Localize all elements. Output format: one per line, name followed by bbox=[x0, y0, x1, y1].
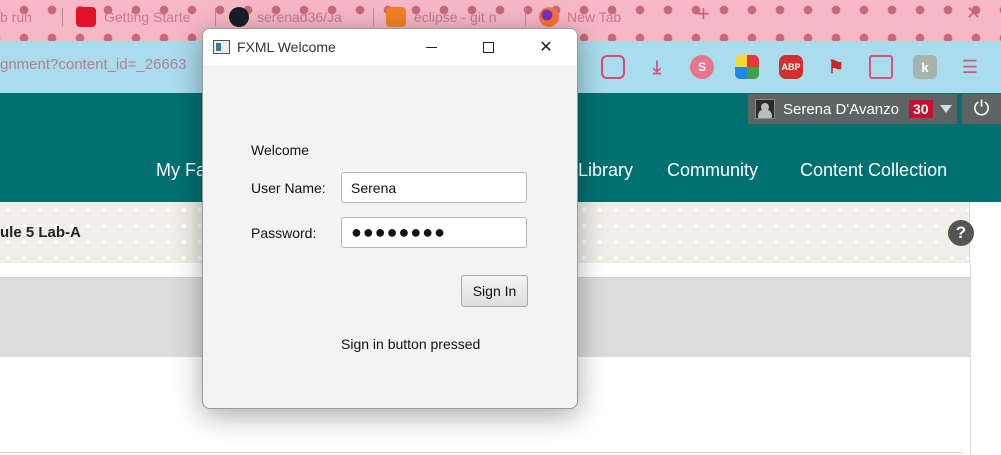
browser-tab[interactable]: b run bbox=[0, 6, 32, 28]
new-tab-button[interactable]: + bbox=[697, 1, 710, 27]
dialog-title: FXML Welcome bbox=[237, 39, 336, 55]
tab-separator bbox=[215, 8, 216, 26]
page-title: ule 5 Lab-A bbox=[0, 224, 81, 241]
maximize-button[interactable] bbox=[465, 29, 511, 65]
screenshot-extension-icon[interactable] bbox=[869, 55, 893, 79]
browser-tab[interactable]: serenad36/Ja bbox=[229, 6, 342, 28]
fxml-welcome-dialog: FXML Welcome ✕ Welcome User Name: Passwo… bbox=[202, 28, 578, 409]
adblock-plus-icon[interactable]: ABP bbox=[779, 55, 803, 79]
maximize-icon bbox=[482, 41, 494, 53]
browser-tab[interactable]: eclipse - git n bbox=[386, 6, 496, 28]
avatar bbox=[755, 99, 775, 119]
nav-library[interactable]: Library bbox=[578, 160, 633, 181]
scrollbar-gutter bbox=[970, 263, 1001, 455]
download-icon[interactable]: ⤓ bbox=[645, 55, 669, 79]
help-icon[interactable]: ? bbox=[948, 220, 974, 246]
sign-in-button[interactable]: Sign In bbox=[461, 275, 528, 307]
tab-label: Getting Starte bbox=[104, 9, 191, 25]
browser-tab[interactable]: New Tab bbox=[539, 6, 621, 28]
tab-separator bbox=[525, 8, 526, 26]
app-window-icon bbox=[213, 40, 230, 54]
tab-separator bbox=[62, 8, 63, 26]
password-label: Password: bbox=[251, 225, 317, 241]
stackoverflow-icon bbox=[386, 7, 406, 27]
user-name: Serena D'Avanzo bbox=[783, 100, 899, 118]
divider bbox=[0, 452, 962, 453]
k-extension-icon[interactable]: k bbox=[913, 55, 937, 79]
status-message: Sign in button pressed bbox=[341, 336, 481, 352]
dialog-titlebar[interactable]: FXML Welcome ✕ bbox=[203, 29, 577, 65]
nav-my-favorites[interactable]: My Fa bbox=[156, 160, 206, 181]
github-icon bbox=[229, 7, 249, 27]
minimize-icon bbox=[425, 46, 437, 48]
close-icon: ✕ bbox=[539, 39, 553, 56]
username-field[interactable] bbox=[341, 172, 527, 203]
chevron-down-icon bbox=[939, 105, 952, 113]
password-field[interactable]: ●●●●●●●● bbox=[341, 217, 527, 248]
tab-label: b run bbox=[0, 9, 32, 25]
s-extension-icon[interactable]: S bbox=[690, 55, 714, 79]
minimize-button[interactable] bbox=[408, 29, 454, 65]
power-icon[interactable]: ⏻ bbox=[962, 94, 1001, 124]
welcome-heading: Welcome bbox=[251, 142, 310, 158]
window-close-icon[interactable]: ✕ bbox=[966, 3, 981, 24]
oracle-icon bbox=[76, 7, 96, 27]
tab-label: serenad36/Ja bbox=[257, 9, 342, 25]
tab-label: eclipse - git n bbox=[414, 9, 497, 25]
browser-tab[interactable]: Getting Starte bbox=[76, 6, 190, 28]
tab-separator bbox=[373, 8, 374, 26]
firefox-icon bbox=[539, 7, 559, 27]
username-label: User Name: bbox=[251, 180, 326, 196]
close-button[interactable]: ✕ bbox=[523, 29, 569, 65]
flag-extension-icon[interactable]: ⚑ bbox=[824, 55, 848, 79]
tab-label: New Tab bbox=[567, 9, 622, 25]
address-bar[interactable]: gnment?content_id=_26663 bbox=[0, 56, 186, 73]
colorful-extension-icon[interactable] bbox=[735, 55, 759, 79]
menu-icon[interactable]: ☰ bbox=[958, 55, 982, 79]
pocket-icon[interactable] bbox=[601, 55, 625, 79]
notification-badge: 30 bbox=[909, 100, 933, 118]
nav-content-collection[interactable]: Content Collection bbox=[800, 160, 947, 181]
nav-library-label: Library bbox=[578, 160, 634, 180]
user-menu[interactable]: Serena D'Avanzo 30 bbox=[748, 94, 957, 124]
nav-community[interactable]: Community bbox=[667, 160, 758, 181]
